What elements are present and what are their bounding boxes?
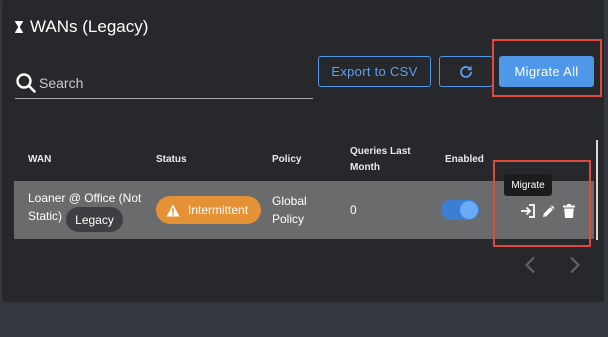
migrate-all-highlight: [492, 39, 602, 97]
column-header-status: Status: [156, 154, 187, 165]
status-badge: Intermittent: [156, 196, 261, 224]
scrollbar[interactable]: [596, 140, 598, 240]
legacy-badge: Legacy: [66, 207, 123, 232]
next-page-button[interactable]: [566, 254, 584, 276]
refresh-button[interactable]: [439, 56, 493, 87]
queries-count: 0: [350, 203, 357, 217]
column-header-queries: Queries Last Month: [350, 146, 411, 173]
toggle-knob: [460, 201, 478, 219]
warning-icon: [166, 204, 180, 216]
status-text: Intermittent: [188, 203, 249, 217]
hourglass-icon: [14, 21, 24, 33]
chevron-left-icon: [524, 256, 535, 274]
search-input[interactable]: [39, 75, 299, 91]
column-header-wan: WAN: [28, 154, 52, 165]
page-title-text: WANs (Legacy): [30, 17, 149, 36]
search-box: [15, 68, 313, 99]
search-icon: [16, 73, 36, 93]
page-title: WANs (Legacy): [14, 17, 148, 37]
enabled-toggle[interactable]: [441, 200, 479, 220]
export-csv-button[interactable]: Export to CSV: [318, 56, 431, 87]
row-actions-highlight: [493, 160, 591, 247]
column-header-policy: Policy: [272, 154, 302, 165]
chevron-right-icon: [570, 256, 581, 274]
refresh-icon: [460, 65, 472, 78]
policy-name: Global Policy: [272, 194, 307, 226]
column-header-enabled: Enabled: [445, 154, 484, 165]
previous-page-button[interactable]: [521, 254, 539, 276]
wans-panel: WANs (Legacy) Export to CSV Migrate All …: [2, 0, 604, 302]
